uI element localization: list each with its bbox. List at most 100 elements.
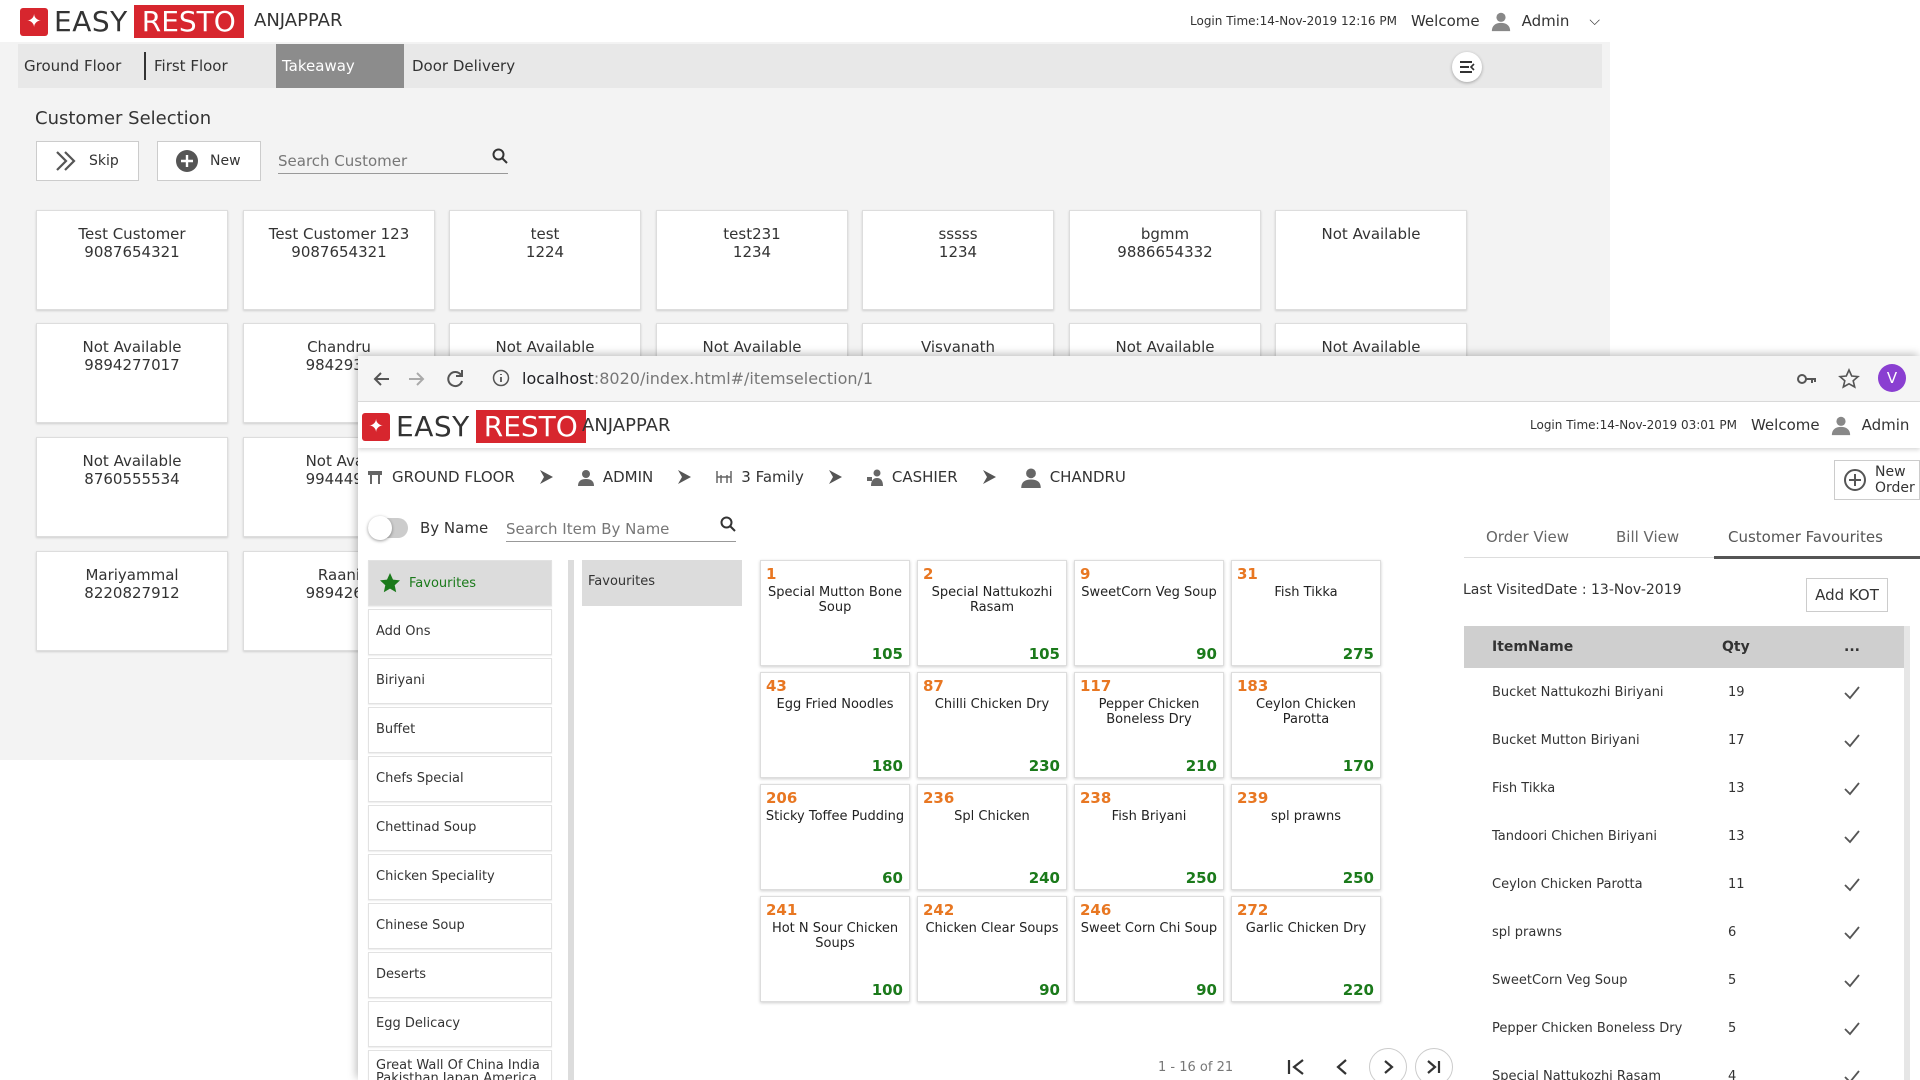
tab-door-delivery[interactable]: Door Delivery [406, 44, 521, 88]
first-page-icon[interactable] [1285, 1056, 1307, 1078]
reload-icon[interactable] [444, 368, 466, 390]
customer-card[interactable]: test 1224 [449, 210, 641, 310]
table-row[interactable]: Special Nattukozhi Rasam 4 [1464, 1052, 1904, 1080]
table-row[interactable]: Bucket Mutton Biriyani 17 [1464, 716, 1904, 764]
profile-avatar[interactable]: V [1878, 364, 1906, 392]
skip-button[interactable]: Skip [36, 141, 139, 181]
category-item[interactable]: Chinese Soup [368, 903, 552, 949]
back-arrow-icon[interactable] [370, 368, 392, 390]
table-row[interactable]: Pepper Chicken Boneless Dry 5 [1464, 1004, 1904, 1052]
menu-item-card[interactable]: 246 Sweet Corn Chi Soup 90 [1074, 896, 1224, 1002]
check-icon[interactable] [1843, 731, 1861, 749]
search-customer-input[interactable]: Search Customer [278, 148, 508, 174]
customer-card[interactable]: Not Available [1275, 210, 1467, 310]
info-icon[interactable] [492, 369, 510, 387]
customer-card[interactable]: Mariyammal 8220827912 [36, 551, 228, 651]
menu-item-card[interactable]: 1 Special Mutton Bone Soup 105 [760, 560, 910, 666]
menu-item-card[interactable]: 43 Egg Fried Noodles 180 [760, 672, 910, 778]
search-icon[interactable] [492, 148, 508, 164]
category-item[interactable]: Great Wall Of China India Pakisthan Japa… [368, 1050, 552, 1080]
menu-item-card[interactable]: 241 Hot N Sour Chicken Soups 100 [760, 896, 910, 1002]
url-text[interactable]: localhost:8020/index.html#/itemselection… [522, 369, 873, 388]
table-row[interactable]: Ceylon Chicken Parotta 11 [1464, 860, 1904, 908]
customer-card[interactable]: Not Available 9894277017 [36, 323, 228, 423]
category-item[interactable]: Chicken Speciality [368, 854, 552, 900]
breadcrumb-user[interactable]: ADMIN [577, 468, 653, 486]
check-icon[interactable] [1843, 1067, 1861, 1080]
breadcrumb-floor[interactable]: GROUND FLOOR [366, 468, 515, 486]
key-icon[interactable] [1796, 368, 1818, 390]
menu-item-card[interactable]: 2 Special Nattukozhi Rasam 105 [917, 560, 1067, 666]
category-item[interactable]: Chettinad Soup [368, 805, 552, 851]
customer-card[interactable]: test231 1234 [656, 210, 848, 310]
item-code: 2 [923, 565, 934, 583]
breadcrumb-role[interactable]: CASHIER [866, 468, 958, 486]
check-icon[interactable] [1843, 827, 1861, 845]
forward-arrow-icon[interactable] [406, 368, 428, 390]
menu-item-card[interactable]: 242 Chicken Clear Soups 90 [917, 896, 1067, 1002]
menu-item-card[interactable]: 87 Chilli Chicken Dry 230 [917, 672, 1067, 778]
check-icon[interactable] [1843, 1019, 1861, 1037]
menu-item-card[interactable]: 183 Ceylon Chicken Parotta 170 [1231, 672, 1381, 778]
menu-item-card[interactable]: 9 SweetCorn Veg Soup 90 [1074, 560, 1224, 666]
tab-first-floor[interactable]: First Floor [148, 44, 234, 88]
breadcrumb-customer[interactable]: CHANDRU [1020, 466, 1126, 488]
customer-card[interactable]: bgmm 9886654332 [1069, 210, 1261, 310]
check-icon[interactable] [1843, 683, 1861, 701]
by-name-toggle[interactable] [368, 516, 408, 540]
menu-toggle-icon[interactable] [1452, 52, 1482, 82]
chevron-right-icon [539, 470, 553, 484]
tab-bill-view[interactable]: Bill View [1616, 528, 1679, 546]
category-item[interactable]: Egg Delicacy [368, 1001, 552, 1047]
category-scrollbar[interactable] [568, 560, 574, 1080]
customer-card[interactable]: Test Customer 123 9087654321 [243, 210, 435, 310]
menu-item-card[interactable]: 117 Pepper Chicken Boneless Dry 210 [1074, 672, 1224, 778]
check-icon[interactable] [1843, 923, 1861, 941]
previous-page-icon[interactable] [1331, 1056, 1353, 1078]
breadcrumb-table[interactable]: 3 Family [715, 468, 804, 486]
tab-ground-floor[interactable]: Ground Floor [18, 44, 127, 88]
menu-item-card[interactable]: 238 Fish Briyani 250 [1074, 784, 1224, 890]
check-icon[interactable] [1843, 971, 1861, 989]
search-item-input[interactable]: Search Item By Name [506, 516, 736, 542]
category-item[interactable]: Deserts [368, 952, 552, 998]
category-item[interactable]: Biriyani [368, 658, 552, 704]
subcategory-favourites[interactable]: Favourites [582, 560, 742, 606]
search-icon[interactable] [720, 516, 736, 532]
new-customer-button[interactable]: New [157, 141, 261, 181]
menu-item-card[interactable]: 272 Garlic Chicken Dry 220 [1231, 896, 1381, 1002]
category-favourites[interactable]: Favourites [368, 560, 552, 606]
favourites-scrollbar[interactable] [1904, 626, 1910, 1080]
bookmark-star-icon[interactable] [1838, 368, 1860, 390]
last-page-button[interactable] [1415, 1048, 1454, 1080]
customer-card[interactable]: sssss 1234 [862, 210, 1054, 310]
category-item[interactable]: Buffet [368, 707, 552, 753]
customer-card[interactable]: Not Available 8760555534 [36, 437, 228, 537]
new-order-button[interactable]: New Order [1834, 460, 1920, 500]
fav-item-qty: 6 [1728, 924, 1737, 940]
category-item[interactable]: Add Ons [368, 609, 552, 655]
next-page-button[interactable] [1369, 1048, 1408, 1080]
table-row[interactable]: SweetCorn Veg Soup 5 [1464, 956, 1904, 1004]
menu-item-card[interactable]: 239 spl prawns 250 [1231, 784, 1381, 890]
customer-card[interactable]: Test Customer 9087654321 [36, 210, 228, 310]
table-row[interactable]: spl prawns 6 [1464, 908, 1904, 956]
table-row[interactable]: Fish Tikka 13 [1464, 764, 1904, 812]
category-item[interactable]: Chefs Special [368, 756, 552, 802]
check-icon[interactable] [1843, 875, 1861, 893]
check-icon[interactable] [1843, 779, 1861, 797]
menu-item-card[interactable]: 236 Spl Chicken 240 [917, 784, 1067, 890]
chevron-down-icon[interactable]: ⌵ [1589, 13, 1600, 29]
item-price: 220 [1342, 981, 1374, 999]
menu-item-card[interactable]: 31 Fish Tikka 275 [1231, 560, 1381, 666]
user-name[interactable]: Admin [1522, 12, 1570, 30]
menu-item-card[interactable]: 206 Sticky Toffee Pudding 60 [760, 784, 910, 890]
table-row[interactable]: Bucket Nattukozhi Biriyani 19 [1464, 668, 1904, 716]
user-name[interactable]: Admin [1862, 416, 1910, 434]
tab-order-view[interactable]: Order View [1486, 528, 1569, 546]
tab-customer-favourites[interactable]: Customer Favourites [1728, 528, 1883, 546]
tab-takeaway[interactable]: Takeaway [276, 44, 404, 88]
add-kot-button[interactable]: Add KOT [1806, 578, 1888, 612]
table-row[interactable]: Tandoori Chichen Biriyani 13 [1464, 812, 1904, 860]
column-header-more[interactable]: ... [1822, 639, 1882, 655]
